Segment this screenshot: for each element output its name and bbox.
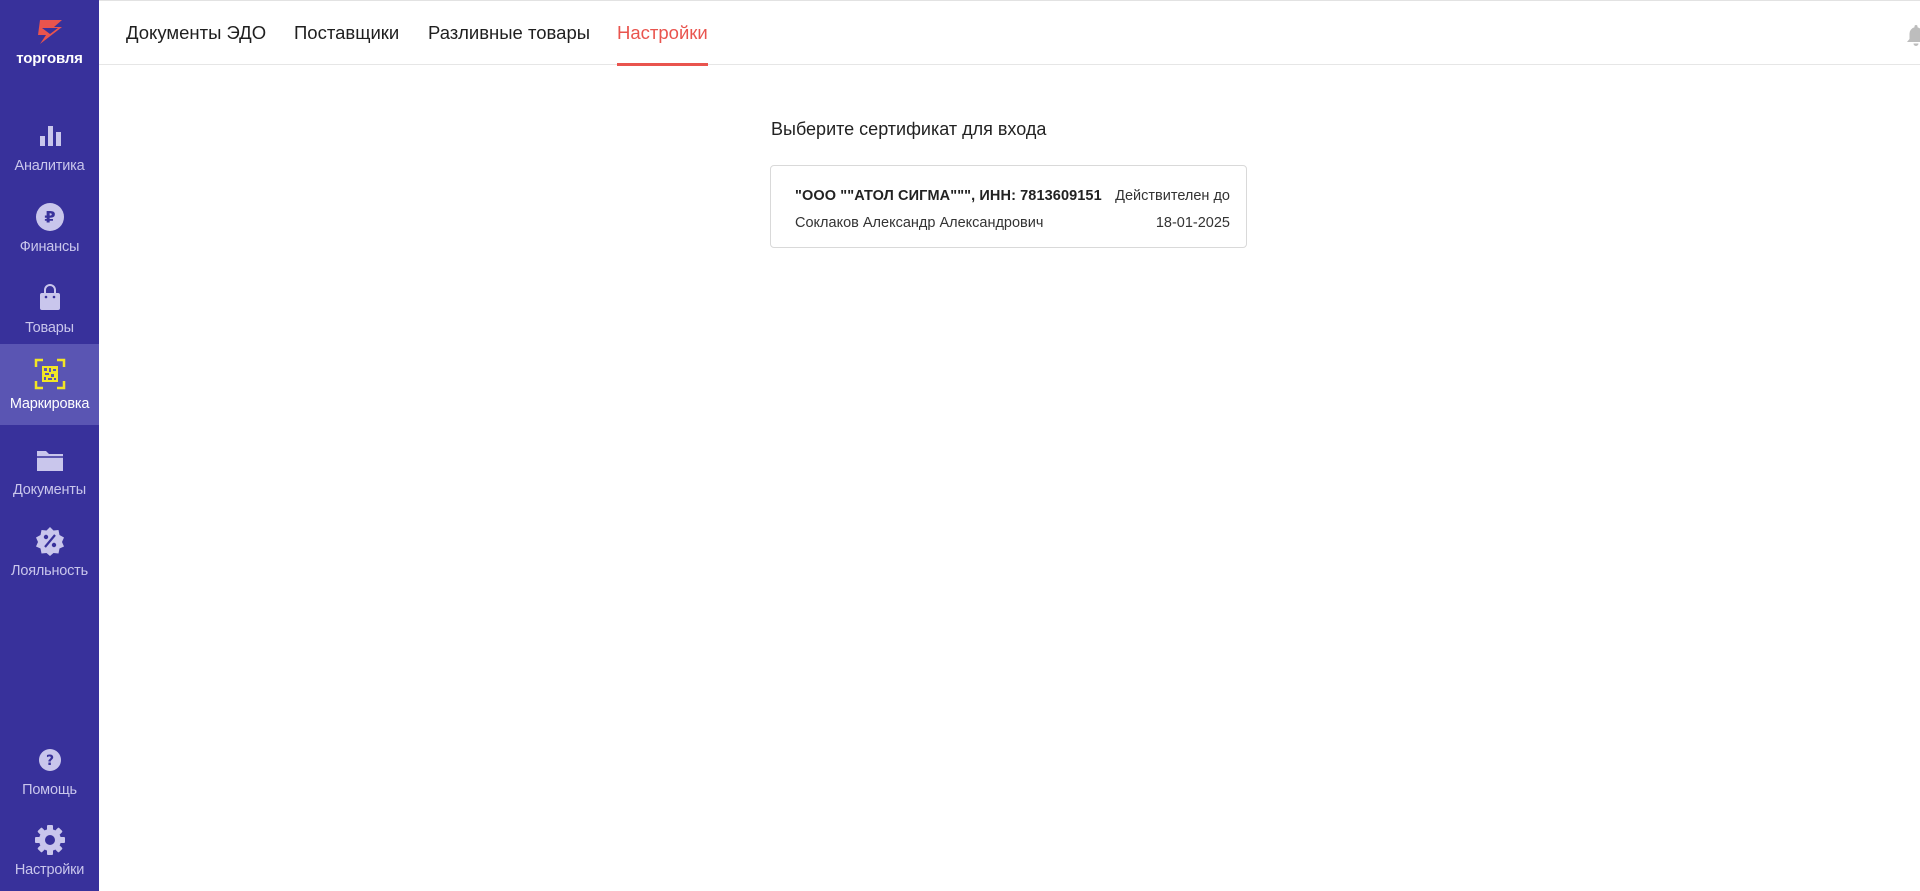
certificate-card[interactable]: "ООО ""АТОЛ СИГМА""", ИНН: 7813609151 Де… [770, 165, 1247, 248]
certificate-valid-label: Действителен до [1115, 188, 1230, 204]
tab-settings[interactable]: Настройки [617, 1, 708, 66]
sidebar-item-label: Настройки [14, 861, 85, 878]
sidebar-item-finance[interactable]: ₽ Финансы [0, 187, 99, 268]
svg-text:₽: ₽ [44, 207, 55, 226]
brand-logo[interactable]: торговля [0, 18, 99, 67]
sidebar-item-products[interactable]: Товары [0, 268, 99, 349]
sidebar-item-analytics[interactable]: Аналитика [0, 106, 99, 187]
sidebar-item-loyalty[interactable]: Лояльность [0, 511, 99, 592]
page-title: Выберите сертификат для входа [771, 119, 1047, 139]
brand-logo-icon [37, 20, 62, 44]
sidebar-item-label: Финансы [19, 238, 80, 255]
sidebar-item-label: Документы [13, 481, 86, 498]
ruble-icon: ₽ [34, 201, 66, 233]
sidebar-item-label: Помощь [22, 781, 77, 798]
bell-icon[interactable] [1905, 23, 1920, 47]
certificate-owner: Соклаков Александр Александрович [795, 215, 1044, 231]
gear-icon [34, 824, 66, 856]
certificate-valid-date: 18-01-2025 [1155, 215, 1230, 231]
tab-edo-documents[interactable]: Документы ЭДО [126, 1, 266, 65]
brand-name: торговля [16, 50, 83, 67]
sidebar-item-label: Товары [25, 319, 74, 336]
certificate-organization: "ООО ""АТОЛ СИГМА""", ИНН: 7813609151 [795, 188, 1102, 204]
sidebar-item-settings[interactable]: Настройки [0, 810, 99, 891]
discount-badge-icon [34, 525, 66, 557]
tab-draft-products[interactable]: Разливные товары [428, 1, 590, 65]
svg-text:?: ? [45, 753, 53, 769]
bar-chart-icon [34, 120, 66, 152]
sidebar-item-marking[interactable]: Маркировка [0, 344, 99, 425]
sidebar-item-label: Лояльность [11, 562, 88, 579]
sidebar-item-help[interactable]: ? Помощь [0, 730, 99, 811]
help-icon: ? [34, 744, 66, 776]
folder-icon [34, 444, 66, 476]
tab-suppliers[interactable]: Поставщики [294, 1, 399, 65]
shopping-bag-icon [34, 282, 66, 314]
datamatrix-scan-icon [34, 358, 66, 390]
top-navigation: Документы ЭДО Поставщики Разливные товар… [99, 0, 1920, 66]
sidebar-item-label: Аналитика [14, 157, 85, 174]
sidebar-item-documents[interactable]: Документы [0, 430, 99, 511]
sidebar-item-label: Маркировка [9, 395, 90, 412]
sidebar: торговля Аналитика ₽ Финансы Товары Марк… [0, 0, 99, 891]
